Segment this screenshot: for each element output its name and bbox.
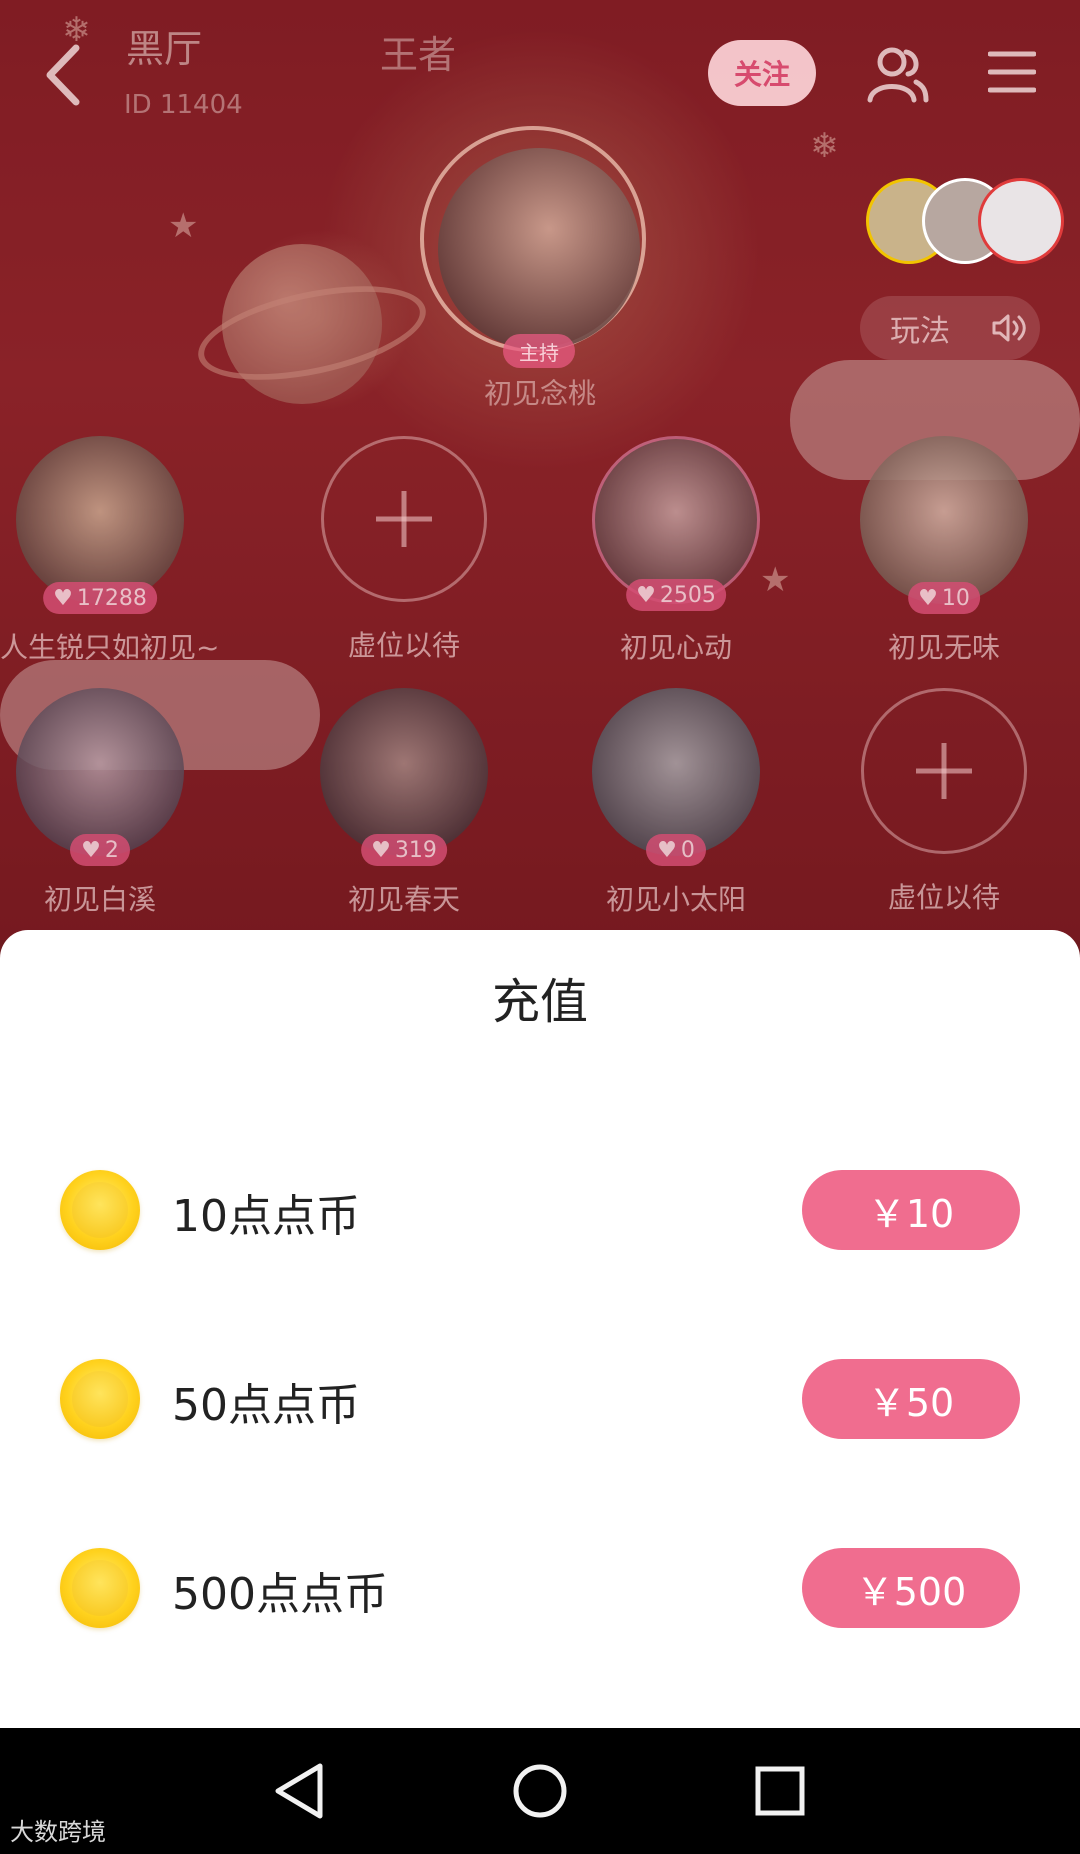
mic-seat-5[interactable]: ♥ 2 初见白溪 xyxy=(0,688,200,918)
follow-button[interactable]: 关注 xyxy=(708,40,816,106)
heart-count-badge: ♥ 2505 xyxy=(626,579,726,611)
heart-icon: ♥ xyxy=(918,585,938,611)
option-label: 50点点币 xyxy=(172,1380,360,1431)
seat-name: 初见春天 xyxy=(347,883,460,916)
seat-hearts: 319 xyxy=(394,837,437,863)
mic-seat-6[interactable]: ♥ 319 初见春天 xyxy=(304,688,504,918)
system-navigation-bar xyxy=(0,1728,1080,1854)
seat-name: 初见心动 xyxy=(619,631,732,664)
recharge-option-10[interactable]: 10点点币 ￥10 xyxy=(0,1160,1080,1260)
plus-icon xyxy=(916,743,972,799)
price-button-500[interactable]: ￥500 xyxy=(802,1548,1020,1628)
empty-seat xyxy=(861,688,1027,854)
seat-avatar: ♥ 319 xyxy=(320,688,488,866)
room-title: 黑厅 xyxy=(126,27,203,71)
heart-count-badge: ♥ 10 xyxy=(908,582,980,614)
host-tag: 主持 xyxy=(503,334,575,368)
members-icon[interactable] xyxy=(866,44,930,104)
recharge-option-500[interactable]: 500点点币 ￥500 xyxy=(0,1538,1080,1638)
mic-seat-4[interactable]: ♥ 10 初见无味 xyxy=(844,436,1044,666)
host-avatar[interactable] xyxy=(438,148,640,350)
gameplay-button[interactable]: 玩法 xyxy=(860,296,1040,360)
heart-icon: ♥ xyxy=(371,837,391,863)
seat-name: 初见小太阳 xyxy=(605,883,746,916)
host-name: 初见念桃 xyxy=(483,377,596,410)
heart-count-badge: ♥ 2 xyxy=(70,834,130,866)
heart-count-badge: ♥ 319 xyxy=(361,834,447,866)
seat-hearts: 0 xyxy=(680,837,695,863)
seat-name: 虚位以待 xyxy=(347,629,460,662)
seat-avatar: ♥ 10 xyxy=(860,436,1028,614)
back-arrow-icon[interactable] xyxy=(38,40,88,110)
seat-name: 虚位以待 xyxy=(887,881,1000,914)
mic-seat-7[interactable]: ♥ 0 初见小太阳 xyxy=(576,688,776,918)
price-button-50[interactable]: ￥50 xyxy=(802,1359,1020,1439)
heart-count-badge: ♥ 17288 xyxy=(43,582,157,614)
seat-avatar: ♥ 2505 xyxy=(592,436,760,611)
price-button-10[interactable]: ￥10 xyxy=(802,1170,1020,1250)
plus-icon xyxy=(376,491,432,547)
gameplay-label: 玩法 xyxy=(890,314,950,349)
heart-count-badge: ♥ 0 xyxy=(646,834,706,866)
watermark: 大数跨境 xyxy=(10,1818,106,1846)
heart-icon: ♥ xyxy=(53,585,73,611)
mic-seat-2[interactable]: 虚位以待 xyxy=(304,436,504,664)
empty-seat xyxy=(321,436,487,602)
seat-hearts: 10 xyxy=(941,585,970,611)
coin-icon xyxy=(60,1359,140,1439)
voice-room-background: ★ ❄ ❄ ★ 黑厅 ID 11404 王者 关注 玩法 主持 初见念桃 ♥ 1… xyxy=(0,0,1080,940)
heart-icon: ♥ xyxy=(657,837,677,863)
recharge-title: 充值 xyxy=(491,974,588,1030)
seat-hearts: 2505 xyxy=(659,582,716,608)
mic-seat-8[interactable]: 虚位以待 xyxy=(844,688,1044,916)
seat-avatar: ♥ 0 xyxy=(592,688,760,866)
menu-icon[interactable] xyxy=(988,50,1036,94)
seat-hearts: 17288 xyxy=(76,585,147,611)
option-label: 500点点币 xyxy=(172,1569,388,1620)
seat-name: 初见白溪 xyxy=(43,883,156,916)
room-subtitle: 王者 xyxy=(380,33,457,77)
seat-avatar: ♥ 17288 xyxy=(16,436,184,614)
recharge-option-50[interactable]: 50点点币 ￥50 xyxy=(0,1349,1080,1449)
nav-back-icon[interactable] xyxy=(264,1756,334,1826)
mic-seat-3[interactable]: ♥ 2505 初见心动 xyxy=(576,436,776,666)
heart-icon: ♥ xyxy=(81,837,101,863)
room-id: ID 11404 xyxy=(124,90,243,120)
heart-icon: ♥ xyxy=(636,582,656,608)
speaker-icon[interactable] xyxy=(990,311,1026,345)
seat-avatar: ♥ 2 xyxy=(16,688,184,866)
nav-recents-icon[interactable] xyxy=(745,1756,815,1826)
seat-hearts: 2 xyxy=(104,837,119,863)
audience-avatar[interactable] xyxy=(978,178,1064,264)
option-label: 10点点币 xyxy=(172,1191,360,1242)
coin-icon xyxy=(60,1548,140,1628)
mic-seat-1[interactable]: ♥ 17288 人生锐只如初见~ xyxy=(0,436,220,666)
nav-home-icon[interactable] xyxy=(505,1756,575,1826)
seat-name: 初见无味 xyxy=(887,631,1000,664)
seat-name: 人生锐只如初见~ xyxy=(0,631,220,664)
coin-icon xyxy=(60,1170,140,1250)
